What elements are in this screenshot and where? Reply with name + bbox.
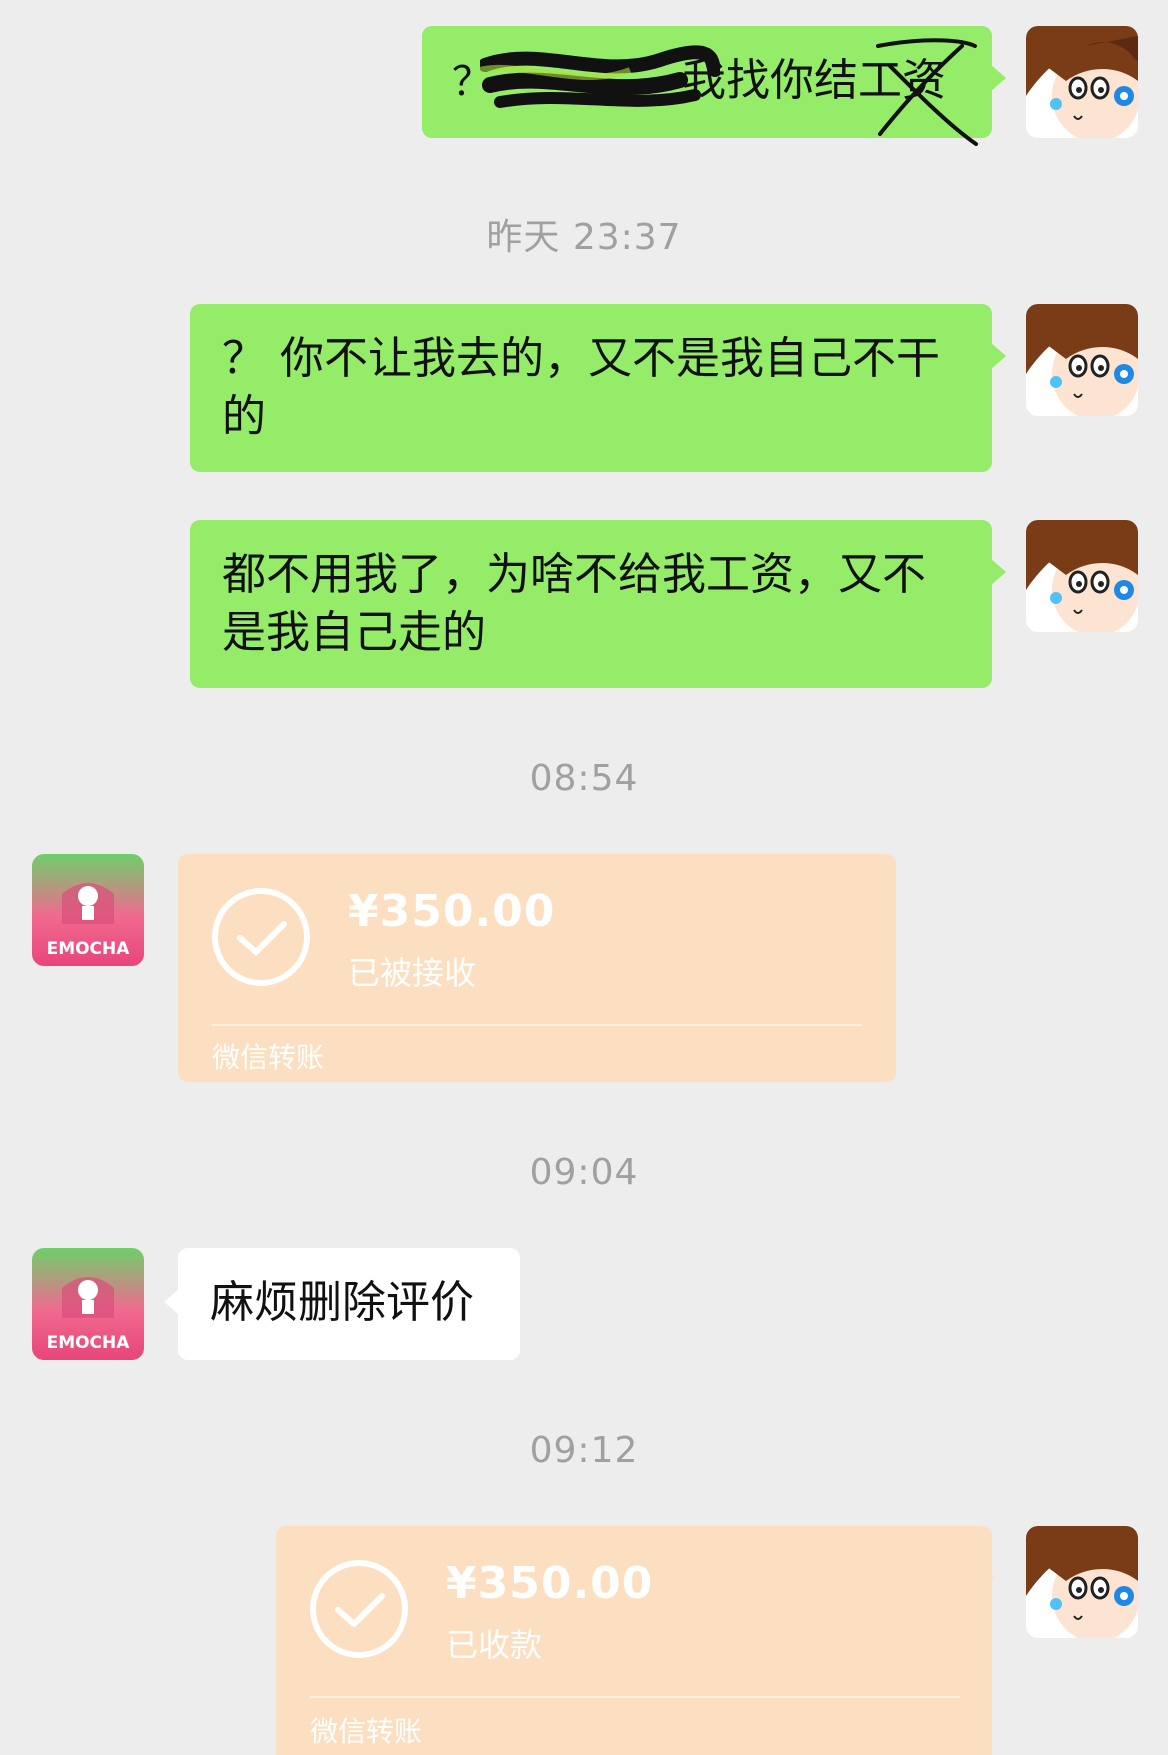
check-circle-icon [310,1560,408,1658]
cartoon-girl-avatar-icon [1026,26,1138,138]
received-message[interactable]: 麻烦删除评价 [164,1248,520,1360]
avatar-other[interactable]: EMOCHA [32,1248,144,1360]
bubble-tail [978,1564,994,1592]
transfer-amount: ¥350.00 [446,1558,654,1609]
timestamp: 08:54 [529,758,639,799]
avatar-self[interactable] [1026,520,1138,632]
check-circle-icon [212,888,310,986]
message-text: 麻烦删除评价 [210,1277,474,1328]
transfer-amount: ¥350.00 [348,886,556,937]
avatar-self[interactable] [1026,304,1138,416]
timestamp: 昨天 23:37 [486,217,682,258]
transfer-card-1[interactable]: ¥350.00 已被接收 微信转账 [178,854,896,1082]
avatar-other[interactable]: EMOCHA [32,854,144,966]
sent-message-3[interactable]: 都不用我了，为啥不给我工资，又不是我自己走的 [190,520,1006,688]
transfer-status: 已被接收 [348,954,477,992]
transfer-brand: 微信转账 [212,1041,325,1074]
message-text: 都不用我了，为啥不给我工资，又不是我自己走的 [222,549,926,658]
transfer-status: 已收款 [446,1626,543,1664]
transfer-card-2[interactable]: ¥350.00 已收款 微信转账 [276,1526,992,1755]
divider [310,1696,960,1698]
cartoon-girl-avatar-icon [1026,1526,1138,1638]
cartoon-girl-avatar-icon [1026,304,1138,416]
emocha-shop-logo-icon: EMOCHA [32,854,144,966]
avatar-self[interactable] [1026,26,1138,138]
emocha-shop-logo-icon: EMOCHA [32,1248,144,1360]
avatar-self[interactable] [1026,1526,1138,1638]
timestamp: 09:12 [529,1430,639,1471]
divider [212,1024,862,1026]
cartoon-girl-avatar-icon [1026,520,1138,632]
sent-message-2[interactable]: ？ 你不让我去的，又不是我自己不干的 [190,304,1006,472]
message-text: ？ 你不让我去的，又不是我自己不干的 [222,333,940,442]
logo-text: EMOCHA [47,1333,131,1353]
timestamp: 09:04 [529,1152,639,1193]
redaction-scribble [480,45,720,108]
logo-text: EMOCHA [47,939,131,959]
transfer-brand: 微信转账 [310,1715,423,1748]
cross-out-mark [876,38,978,146]
chat-thread[interactable]: ？ 我找你结工资 昨天 23:37 ？ 你不让我去的，又不是我自己不干的 都不用… [0,0,1168,1755]
